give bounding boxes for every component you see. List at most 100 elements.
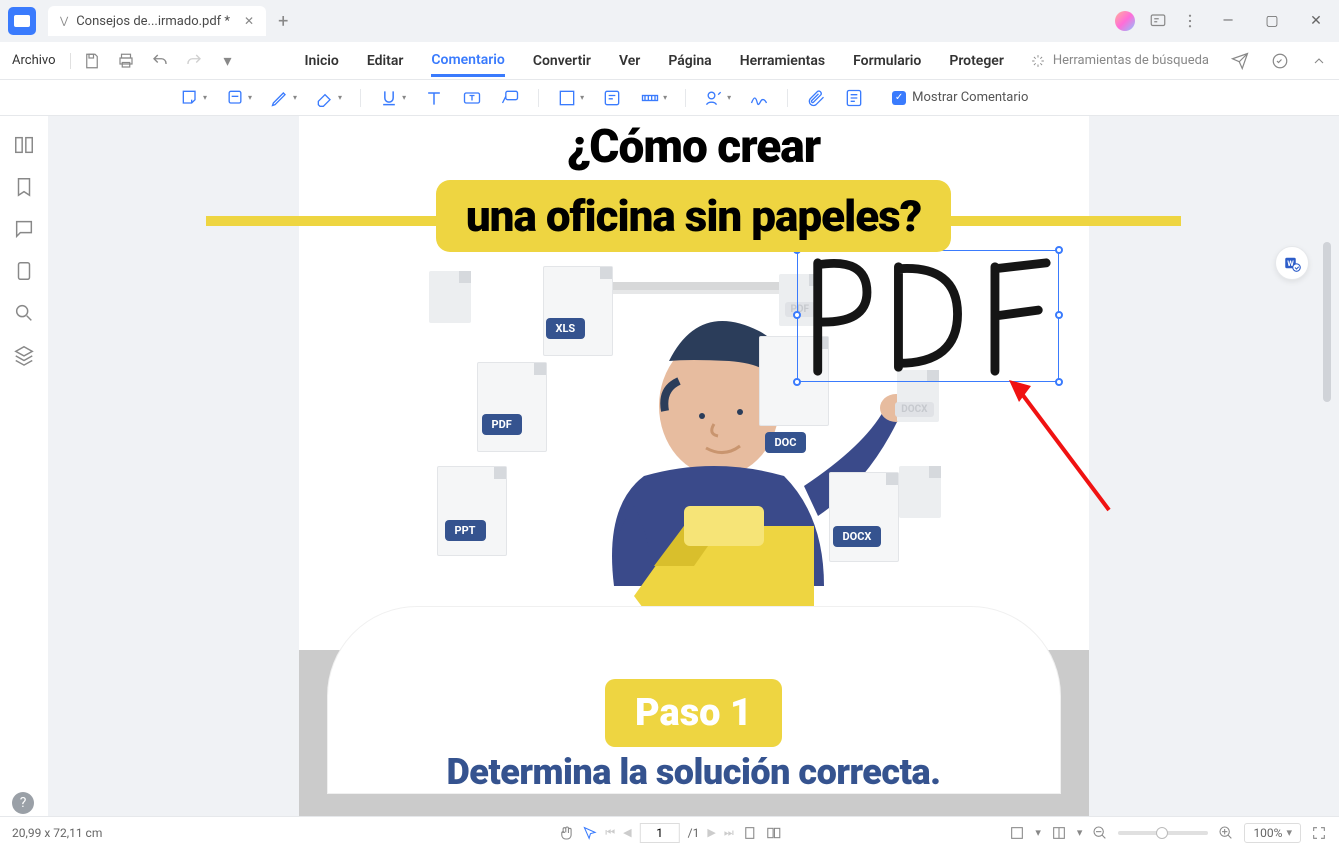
- more-icon[interactable]: [1181, 12, 1199, 30]
- document-canvas[interactable]: ¿Cómo crear una oficina sin papeles? PDF…: [48, 116, 1339, 816]
- highlight-tool[interactable]: ▾: [225, 88, 252, 108]
- convert-to-word-button[interactable]: W: [1275, 246, 1309, 280]
- maximize-button[interactable]: ▢: [1257, 6, 1287, 36]
- resize-handle-mr[interactable]: [1055, 311, 1063, 319]
- pdf-page: ¿Cómo crear una oficina sin papeles? PDF…: [299, 116, 1089, 816]
- menu-bar: Archivo ▾ Inicio Editar Comentario Conve…: [0, 42, 1339, 80]
- tab-formulario[interactable]: Formulario: [853, 53, 921, 69]
- signature-tool[interactable]: ▾: [704, 88, 731, 108]
- tab-convertir[interactable]: Convertir: [533, 53, 591, 69]
- thumbnails-icon[interactable]: [13, 134, 35, 156]
- two-page-icon[interactable]: [766, 825, 782, 841]
- vertical-scrollbar[interactable]: [1323, 242, 1331, 402]
- file-menu[interactable]: Archivo: [12, 53, 56, 68]
- step-badge: Paso 1: [605, 679, 782, 747]
- prev-page-icon[interactable]: ◀: [623, 826, 631, 839]
- show-comment-toggle[interactable]: ✓ Mostrar Comentario: [892, 90, 1028, 105]
- tab-proteger[interactable]: Proteger: [949, 53, 1004, 69]
- next-page-icon[interactable]: ▶: [707, 826, 715, 839]
- badge-xls: XLS: [546, 318, 586, 339]
- user-avatar[interactable]: [1115, 11, 1135, 31]
- ribbon-tabs: Inicio Editar Comentario Convertir Ver P…: [305, 52, 1004, 69]
- first-page-icon[interactable]: ⏮: [605, 826, 615, 840]
- notes-icon[interactable]: [1149, 12, 1167, 30]
- tab-pagina[interactable]: Página: [668, 53, 711, 69]
- stamp-tool[interactable]: [602, 88, 622, 108]
- tab-ver[interactable]: Ver: [619, 53, 640, 69]
- redo-icon[interactable]: [183, 50, 205, 72]
- search-icon[interactable]: [13, 302, 35, 324]
- sparkle-icon: [1031, 54, 1045, 68]
- search-tools-label[interactable]: Herramientas de búsqueda: [1053, 53, 1209, 68]
- zoom-in-icon[interactable]: [1218, 825, 1234, 841]
- save-icon[interactable]: [81, 50, 103, 72]
- left-sidebar: [0, 116, 48, 816]
- draw-sig-tool[interactable]: [749, 88, 769, 108]
- quick-access-dropdown-icon[interactable]: ▾: [217, 50, 239, 72]
- zoom-slider[interactable]: [1118, 831, 1208, 835]
- help-button[interactable]: ?: [12, 792, 34, 814]
- collapse-ribbon-icon[interactable]: [1311, 53, 1327, 69]
- comment-panel-tool[interactable]: [844, 88, 864, 108]
- fullscreen-icon[interactable]: [1311, 825, 1327, 841]
- dropdown-icon: ⋁: [60, 16, 68, 27]
- comment-list-icon[interactable]: [13, 218, 35, 240]
- fit-page-icon[interactable]: [1009, 825, 1025, 841]
- undo-icon[interactable]: [149, 50, 171, 72]
- select-tool-icon[interactable]: [581, 825, 597, 841]
- tab-title: Consejos de...irmado.pdf *: [76, 14, 230, 29]
- tab-inicio[interactable]: Inicio: [305, 53, 339, 69]
- resize-handle-tr[interactable]: [1055, 246, 1063, 254]
- close-tab-icon[interactable]: ✕: [244, 14, 254, 28]
- send-icon[interactable]: [1231, 52, 1249, 70]
- checkbox-icon: ✓: [892, 91, 906, 105]
- comment-toolbar: ▾ ▾ ▾ ▾ ▾ ▾ ▾ ▾ ✓ Mostrar Comentario: [0, 80, 1339, 116]
- zoom-level[interactable]: 100%▾: [1244, 823, 1301, 843]
- step-text: Determina la solución correcta.: [328, 751, 1060, 793]
- zoom-out-icon[interactable]: [1092, 825, 1108, 841]
- document-tab[interactable]: ⋁ Consejos de...irmado.pdf * ✕: [48, 6, 266, 36]
- close-window-button[interactable]: ✕: [1301, 6, 1331, 36]
- text-tool[interactable]: [424, 88, 444, 108]
- badge-docx: DOCX: [833, 526, 882, 547]
- badge-docx-faded: DOCX: [895, 402, 933, 417]
- textbox-tool[interactable]: [462, 88, 482, 108]
- pencil-tool[interactable]: ▾: [270, 88, 297, 108]
- cloud-sync-icon[interactable]: [1271, 52, 1289, 70]
- tab-herramientas[interactable]: Herramientas: [740, 53, 825, 69]
- underline-tool[interactable]: ▾: [379, 88, 406, 108]
- doc-title-line2: una oficina sin papeles?: [466, 190, 921, 242]
- page-number-input[interactable]: [640, 823, 680, 843]
- page-total: /1: [688, 826, 700, 840]
- annotation-selection[interactable]: [797, 250, 1059, 382]
- badge-ppt: PPT: [445, 520, 486, 541]
- app-logo: [8, 7, 36, 35]
- last-page-icon[interactable]: ⏭: [724, 826, 734, 840]
- show-comment-label: Mostrar Comentario: [912, 90, 1028, 105]
- red-arrow-annotation: [1009, 380, 1129, 530]
- new-tab-button[interactable]: +: [278, 11, 288, 32]
- hand-tool-icon[interactable]: [557, 825, 573, 841]
- status-bar: 20,99 x 72,11 cm ⏮ ◀ /1 ▶ ⏭ ▾ ▾ 100%▾: [0, 816, 1339, 848]
- attachment-list-icon[interactable]: [13, 260, 35, 282]
- minimize-button[interactable]: —: [1213, 6, 1243, 36]
- layers-icon[interactable]: [13, 344, 35, 366]
- shape-tool[interactable]: ▾: [557, 88, 584, 108]
- print-icon[interactable]: [115, 50, 137, 72]
- eraser-tool[interactable]: ▾: [315, 88, 342, 108]
- single-page-icon[interactable]: [742, 825, 758, 841]
- tab-comentario[interactable]: Comentario: [431, 52, 504, 77]
- measure-tool[interactable]: ▾: [640, 88, 667, 108]
- title-ribbon: una oficina sin papeles?: [436, 180, 951, 252]
- bookmark-icon[interactable]: [13, 176, 35, 198]
- tab-editar[interactable]: Editar: [367, 53, 404, 69]
- badge-pdf: PDF: [482, 414, 522, 435]
- attachment-tool[interactable]: [806, 88, 826, 108]
- doc-title-line1: ¿Cómo crear: [299, 120, 1089, 174]
- note-tool[interactable]: ▾: [180, 88, 207, 108]
- cursor-position: 20,99 x 72,11 cm: [12, 826, 102, 840]
- title-bar: ⋁ Consejos de...irmado.pdf * ✕ + — ▢ ✕: [0, 0, 1339, 42]
- callout-tool[interactable]: [500, 88, 520, 108]
- handwriting-annotation: [800, 253, 1056, 381]
- read-mode-icon[interactable]: [1051, 825, 1067, 841]
